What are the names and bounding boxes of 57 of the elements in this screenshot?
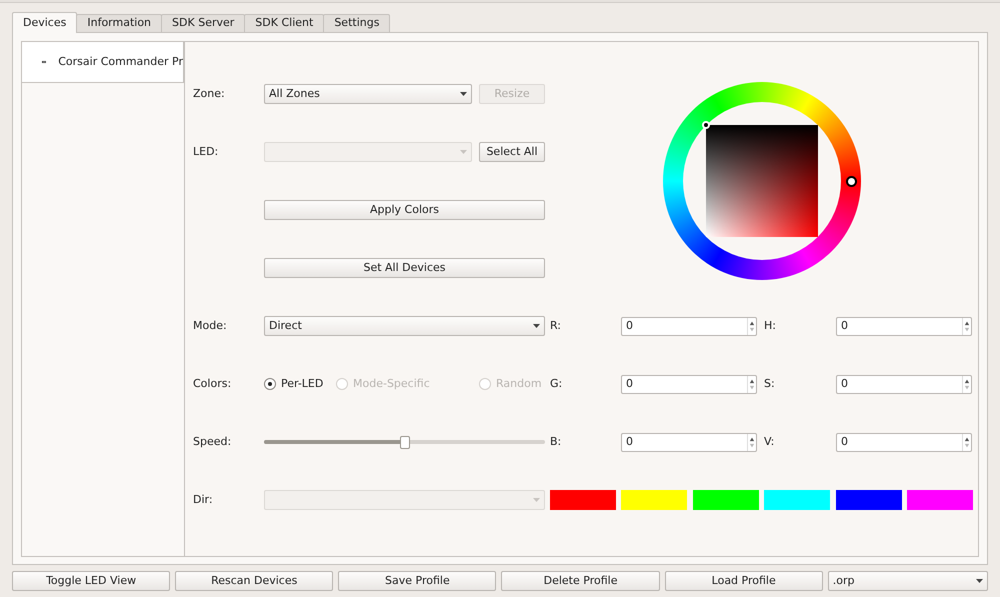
tab[interactable]: Devices — [12, 12, 78, 33]
picker-handle[interactable] — [702, 121, 710, 129]
stepper-icon[interactable] — [962, 434, 971, 450]
field-label: Zone: — [193, 86, 225, 102]
field-label: Speed: — [193, 434, 232, 450]
speed-slider[interactable] — [264, 436, 545, 448]
spin-box[interactable]: 0 — [836, 316, 972, 336]
color-swatch[interactable] — [550, 490, 616, 510]
color-swatch[interactable] — [836, 490, 902, 510]
button[interactable]: Load Profile — [664, 571, 823, 591]
dropdown[interactable]: All Zones — [264, 84, 472, 104]
field-label: LED: — [193, 144, 218, 160]
tab[interactable]: Settings — [323, 14, 390, 33]
spin-box[interactable]: 0 — [621, 432, 757, 452]
field-label: H: — [764, 318, 776, 334]
field-label: Colors: — [193, 376, 232, 392]
dropdown[interactable]: .orp — [828, 571, 988, 591]
tab[interactable]: Information — [76, 14, 162, 33]
button[interactable]: Toggle LED View — [12, 571, 170, 591]
caret-icon — [976, 579, 983, 583]
button[interactable]: Save Profile — [338, 571, 496, 591]
field-label: G: — [550, 376, 562, 392]
color-swatch[interactable] — [764, 490, 830, 510]
device-item[interactable]: Corsair Commander Pr — [22, 42, 184, 83]
spin-box[interactable]: 0 — [836, 374, 972, 394]
field-label: Dir: — [193, 492, 213, 508]
spin-box[interactable]: 0 — [836, 432, 972, 452]
stepper-icon[interactable] — [962, 376, 971, 392]
stepper-icon[interactable] — [747, 376, 756, 392]
caret-icon — [460, 92, 467, 96]
hue-handle[interactable] — [846, 176, 856, 187]
color-square[interactable] — [706, 125, 818, 237]
radio-button[interactable]: Per-LED — [264, 376, 324, 392]
dropdown[interactable]: Direct — [264, 316, 545, 336]
button[interactable]: Apply Colors — [264, 200, 545, 220]
device-name: Corsair Commander Pr — [58, 54, 183, 70]
color-swatch[interactable] — [621, 490, 688, 510]
field-label: V: — [764, 434, 774, 450]
field-label: S: — [764, 376, 775, 392]
stepper-icon[interactable] — [962, 318, 971, 334]
field-label: B: — [550, 434, 562, 450]
button[interactable]: Delete Profile — [501, 571, 660, 591]
stepper-icon[interactable] — [747, 434, 756, 450]
spin-box[interactable]: 0 — [621, 374, 757, 394]
field-label: Mode: — [193, 318, 227, 334]
button[interactable]: Set All Devices — [264, 258, 545, 278]
color-swatch[interactable] — [906, 490, 973, 510]
caret-icon — [533, 324, 540, 328]
tab[interactable]: SDK Server — [161, 14, 246, 33]
caret-icon — [460, 150, 467, 154]
tab[interactable]: SDK Client — [244, 14, 324, 33]
spin-box[interactable]: 0 — [621, 316, 757, 336]
color-swatch[interactable] — [692, 490, 759, 510]
caret-icon — [533, 498, 540, 502]
field-label: R: — [550, 318, 562, 334]
button[interactable]: Rescan Devices — [175, 571, 334, 591]
stepper-icon[interactable] — [747, 318, 756, 334]
